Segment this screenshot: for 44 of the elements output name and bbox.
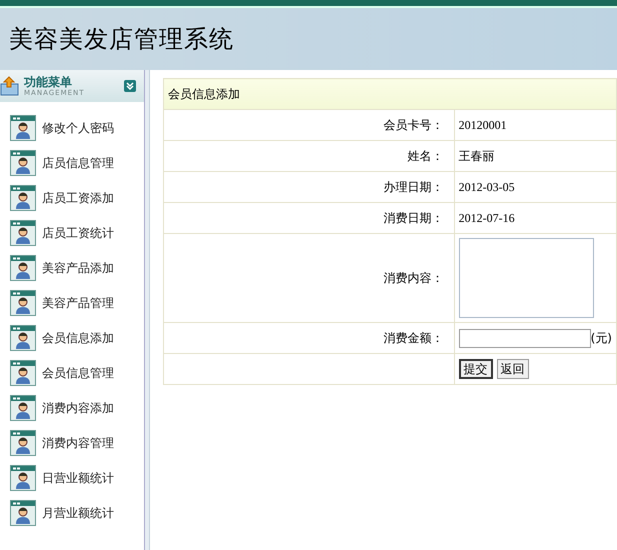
user-card-icon [10,464,36,490]
field-value: 2012-03-05 [454,172,616,202]
user-card-icon [10,114,36,140]
user-card-icon [10,430,36,456]
field-value: 20120001 [454,110,616,140]
back-button[interactable]: 返回 [496,359,529,379]
user-card-icon [10,360,36,386]
field-label: 消费内容： [164,234,454,322]
menu-item[interactable]: 修改个人密码 [0,110,144,145]
user-card-icon [10,500,36,526]
field-label: 消费金额： [164,322,454,354]
user-card-icon [10,324,36,350]
unit-label: (元) [590,330,612,347]
field-label: 会员卡号： [164,110,454,140]
field-label: 办理日期： [164,172,454,202]
user-card-icon [10,290,36,316]
input-field[interactable] [458,328,591,348]
menu-item[interactable]: 消费内容管理 [0,425,144,460]
user-card-icon [10,394,36,420]
menu-item[interactable]: 会员信息管理 [0,355,144,390]
user-card-icon [10,150,36,176]
menu-item[interactable]: 日营业额统计 [0,460,144,495]
menu-item[interactable]: 店员信息管理 [0,145,144,180]
menu-item[interactable]: 月营业额统计 [0,495,144,530]
menu-title: 功能菜单 [24,76,73,88]
field-value: 2012-07-16 [454,202,616,234]
form-title: 会员信息添加 [164,78,616,110]
field-label: 消费日期： [164,202,454,234]
field-label: 姓名： [164,140,454,172]
menu-item[interactable]: 美容产品添加 [0,250,144,285]
user-card-icon [10,220,36,246]
app-title: 美容美发店管理系统 [9,24,234,55]
menu-item[interactable]: 店员工资添加 [0,180,144,215]
text-area[interactable] [458,238,594,318]
menu-item[interactable]: 美容产品管理 [0,285,144,320]
user-card-icon [10,184,36,210]
field-value: 王春丽 [454,140,616,172]
submit-button[interactable]: 提交 [458,359,493,379]
collapse-icon[interactable] [124,80,136,92]
menu-item[interactable]: 会员信息添加 [0,320,144,355]
user-card-icon [10,254,36,280]
menu-item[interactable]: 店员工资统计 [0,215,144,250]
menu-icon [0,76,20,96]
menu-item[interactable]: 消费内容添加 [0,390,144,425]
